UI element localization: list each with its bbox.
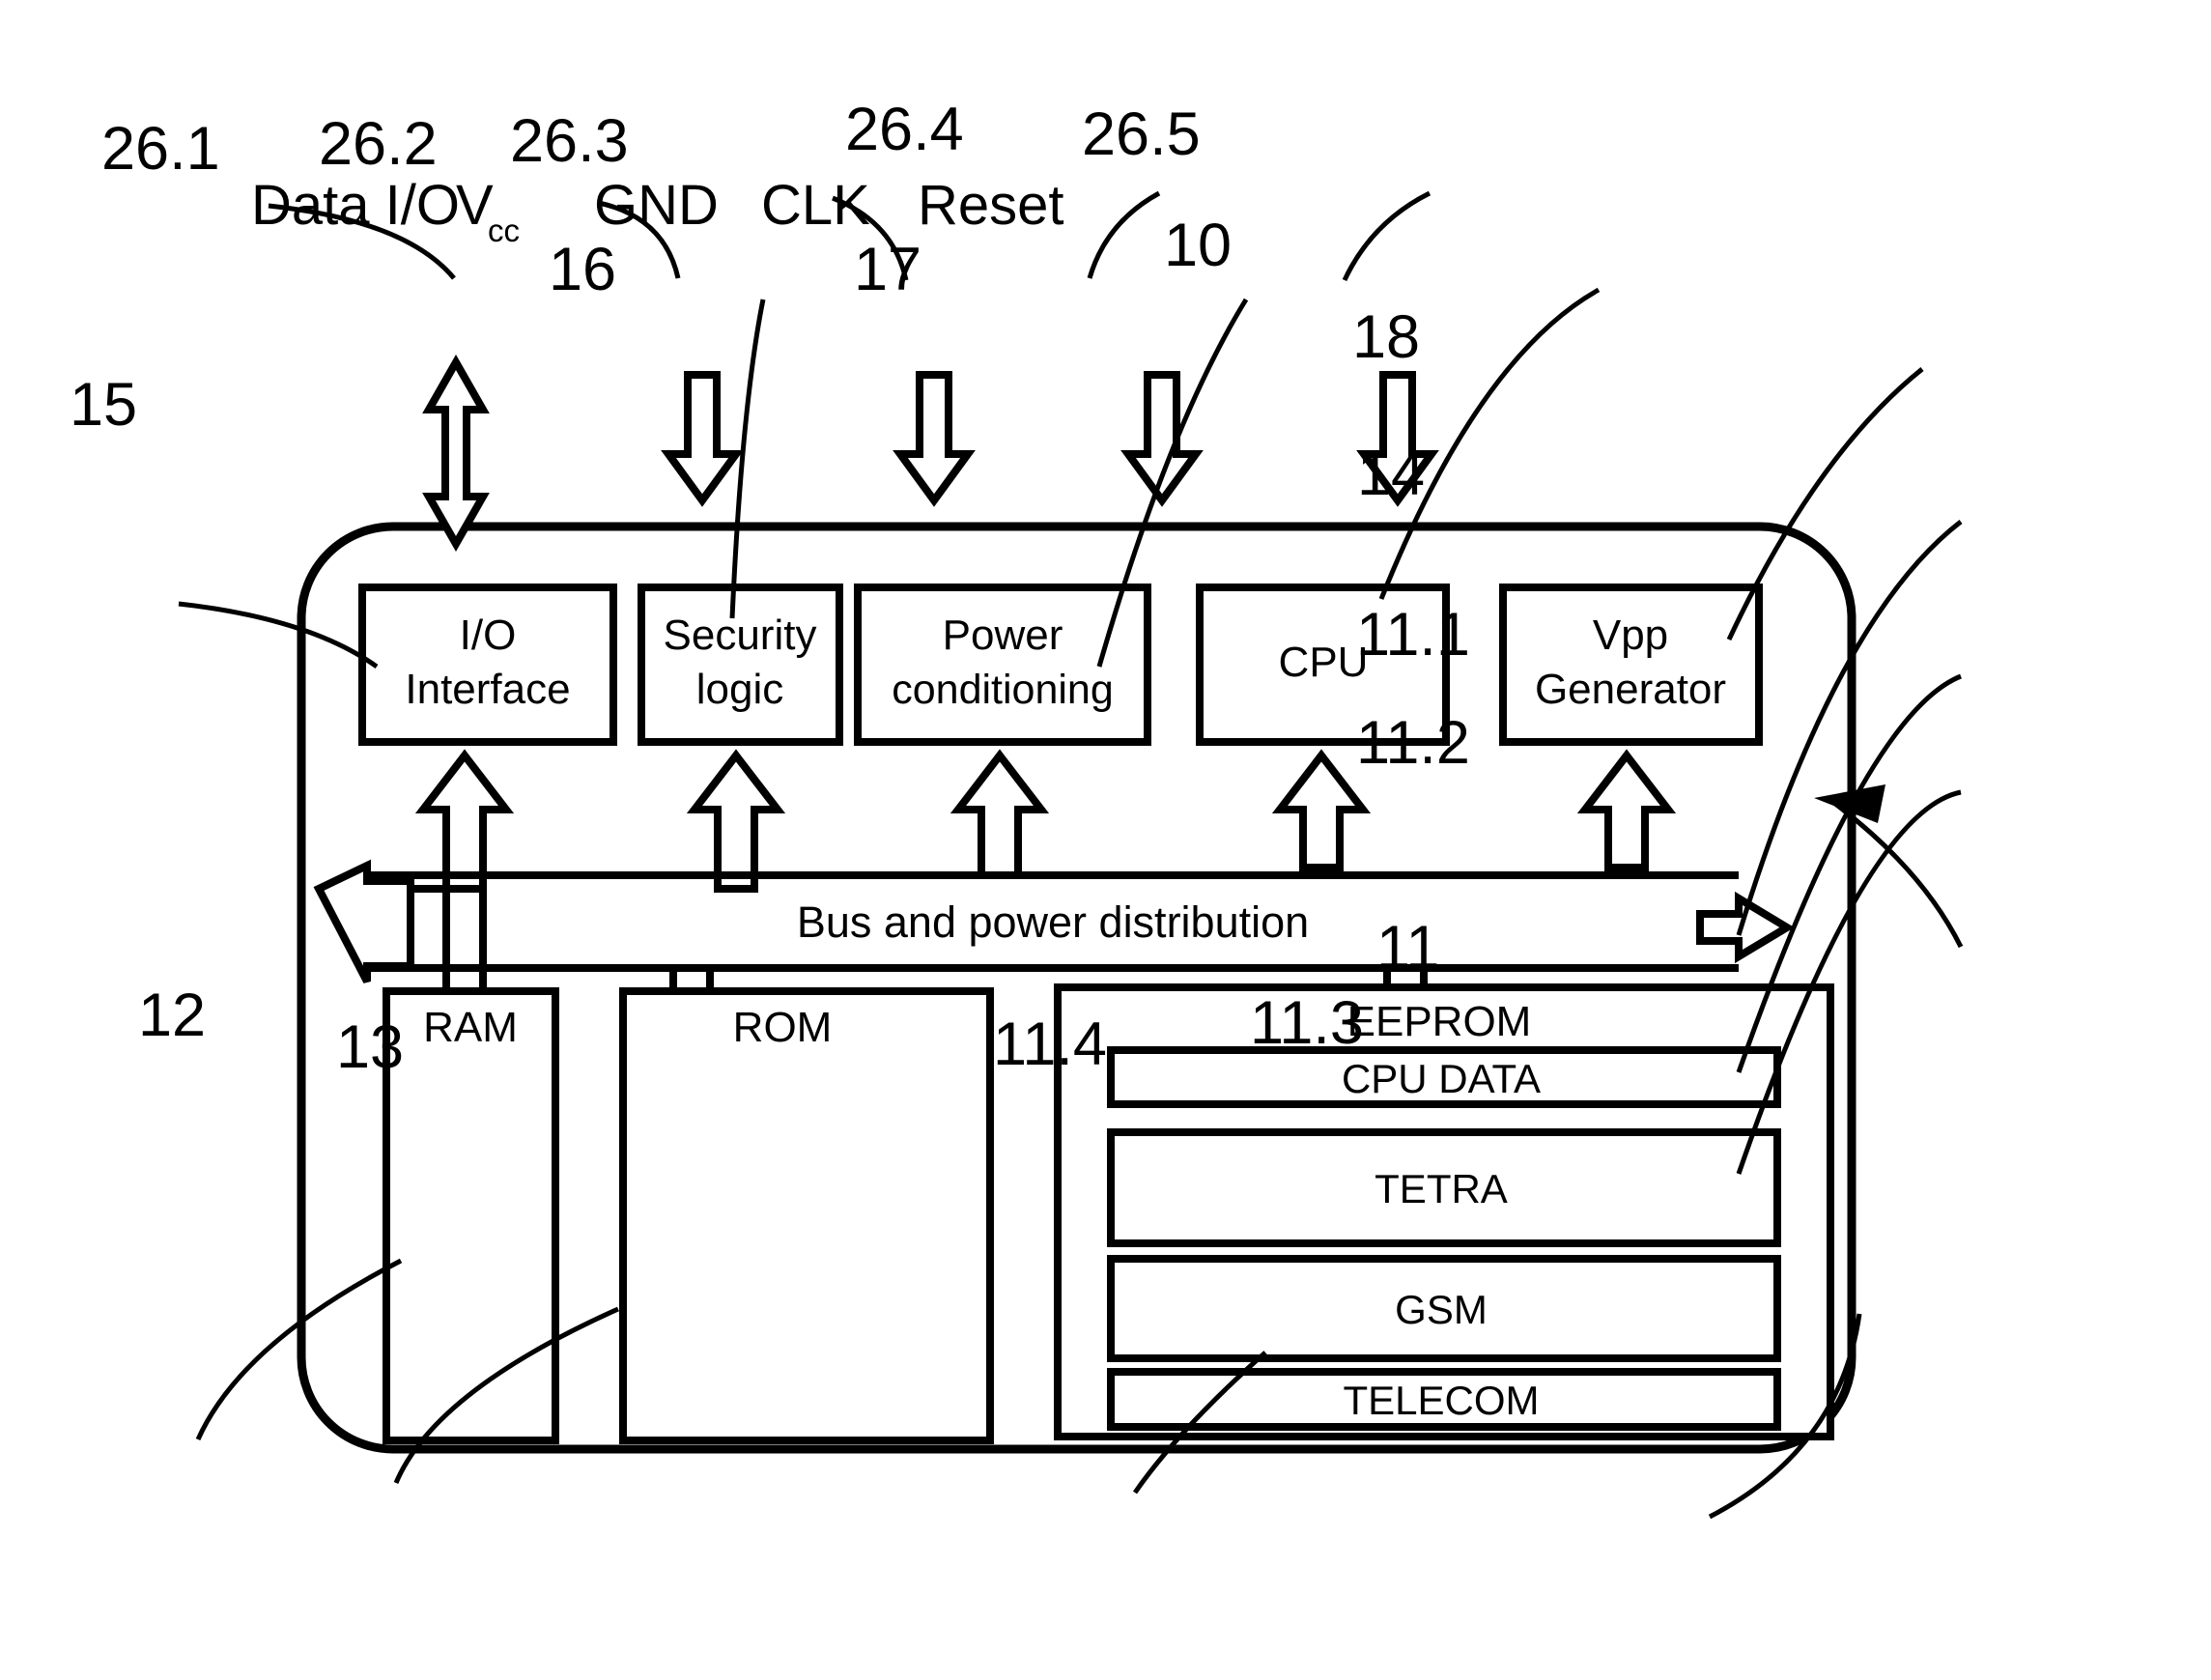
label-eeprom: EEPROM (1347, 998, 1532, 1045)
leader-26-5 (1342, 190, 1431, 282)
ref-11-4: 11.4 (993, 1011, 1107, 1078)
ref-26-4: 26.4 (845, 96, 964, 163)
label-vpp-generator-line2: Generator (1535, 666, 1726, 713)
label-rom: ROM (733, 1004, 833, 1051)
block-security-logic (638, 584, 843, 746)
figure-svg: 26.1 26.2 26.3 26.4 26.5 Data I/O V cc G… (70, 96, 1964, 1520)
label-security-logic-line1: Security (664, 612, 817, 659)
ref-15: 15 (70, 371, 137, 439)
leader-26-4 (1087, 190, 1161, 279)
label-power-conditioning-line1: Power (943, 612, 1063, 659)
label-eeprom-tetra: TETRA (1375, 1166, 1508, 1211)
contact-label-vcc-group: V cc (456, 174, 520, 248)
label-vpp-generator-line1: Vpp (1593, 612, 1668, 659)
label-security-logic-line2: logic (696, 666, 784, 713)
ref-11-2: 11.2 (1356, 709, 1470, 777)
ref-13: 13 (336, 1013, 404, 1081)
block-power-conditioning (854, 584, 1151, 746)
label-eeprom-gsm: GSM (1395, 1287, 1488, 1332)
arrow-data-io (422, 354, 490, 553)
block-io-interface (358, 584, 617, 746)
block-vpp-generator (1499, 584, 1763, 746)
block-ram (383, 987, 559, 1444)
label-cpu: CPU (1279, 639, 1369, 686)
ref-14: 14 (1357, 441, 1425, 508)
contact-label-reset: Reset (918, 174, 1064, 237)
label-io-interface-line2: Interface (405, 666, 570, 713)
label-eeprom-telecom: TELECOM (1343, 1378, 1539, 1423)
label-eeprom-cpu-data: CPU DATA (1342, 1056, 1541, 1101)
arrow-vcc (661, 371, 744, 507)
ref-26-2: 26.2 (319, 110, 438, 178)
label-ram: RAM (423, 1004, 518, 1051)
label-bus: Bus and power distribution (797, 897, 1309, 947)
ref-11: 11 (1376, 914, 1439, 982)
ref-12: 12 (138, 982, 206, 1049)
label-io-interface-line1: I/O (460, 612, 517, 659)
ref-18: 18 (1352, 303, 1420, 371)
contact-label-data-io: Data I/O (251, 174, 460, 237)
ref-26-1: 26.1 (101, 115, 220, 183)
contact-label-vcc-subscript: cc (488, 213, 520, 248)
ref-26-3: 26.3 (510, 107, 629, 175)
contact-label-gnd: GND (594, 174, 719, 237)
label-power-conditioning-line2: conditioning (892, 667, 1114, 713)
ref-26-5: 26.5 (1082, 100, 1201, 168)
ref-10: 10 (1164, 212, 1232, 279)
ref-17: 17 (854, 236, 921, 303)
ref-11-1: 11.1 (1356, 601, 1470, 669)
patent-figure-canvas: 26.1 26.2 26.3 26.4 26.5 Data I/O V cc G… (0, 0, 2211, 1680)
arrow-gnd (893, 371, 976, 507)
contact-label-clk: CLK (761, 174, 870, 237)
ref-16: 16 (549, 236, 616, 303)
block-rom (619, 987, 994, 1444)
